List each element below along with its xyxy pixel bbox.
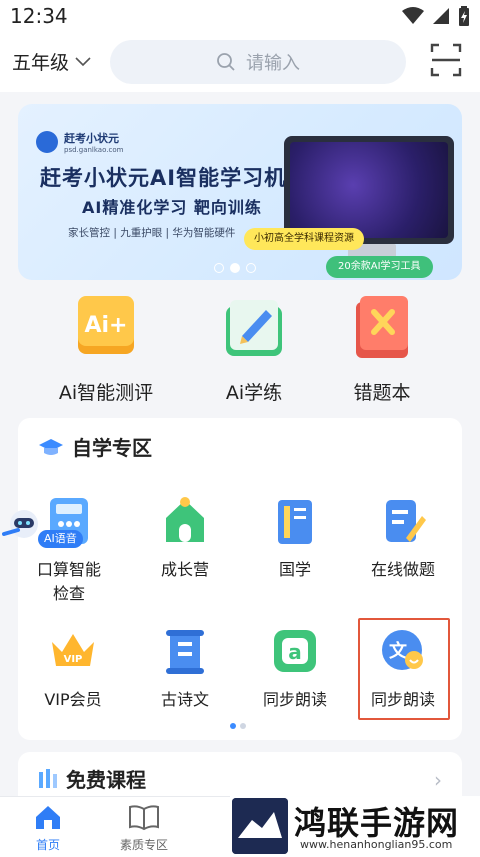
- banner-dot: [214, 263, 224, 273]
- banner-subtitle: AI精准化学习 靶向训练: [82, 198, 262, 217]
- grid-online-practice-label: 在线做题: [370, 560, 435, 579]
- banner-features: 家长管控 | 九重护眼 | 华为智能硬件: [68, 227, 236, 239]
- quick-ai-assessment[interactable]: Ai+ Ai智能测评: [46, 292, 166, 405]
- banner-dot: [246, 263, 256, 273]
- grid-dot-active: [230, 723, 236, 729]
- nav-quality-zone[interactable]: 素质专区: [104, 803, 184, 853]
- highlight-box: [358, 618, 450, 720]
- grid-chinese-classics-label: 国学: [278, 560, 311, 579]
- quick-mistake-book[interactable]: 错题本: [322, 292, 442, 405]
- grid-dot: [240, 723, 246, 729]
- chevron-right-icon: ›: [434, 768, 442, 792]
- brand-logo-icon: [36, 131, 58, 153]
- scroll-icon: [166, 630, 204, 674]
- reading-a-icon: a: [274, 630, 316, 672]
- grid-online-practice[interactable]: 在线做题: [348, 494, 458, 582]
- nav-home[interactable]: 首页: [8, 803, 88, 853]
- banner-dot-active: [230, 263, 240, 273]
- open-book-icon: [129, 805, 159, 831]
- grade-selector[interactable]: 五年级: [12, 48, 91, 75]
- nav-quality-zone-label: 素质专区: [119, 838, 168, 852]
- brand: 赶考小状元 psd.ganlkao.com: [36, 130, 123, 154]
- classics-book-icon: [278, 500, 312, 544]
- home-icon: [36, 806, 60, 829]
- ai-assessment-icon: Ai+: [78, 296, 134, 354]
- wifi-icon: [402, 7, 424, 24]
- banner-pagination: [214, 263, 256, 273]
- ai-voice-chip[interactable]: AI语音: [38, 530, 83, 548]
- brand-url: psd.ganlkao.com: [64, 146, 124, 154]
- courses-bars-icon: [39, 769, 57, 788]
- online-practice-icon: [386, 500, 426, 542]
- scan-button[interactable]: [430, 42, 462, 78]
- search-placeholder: 请输入: [246, 53, 300, 74]
- grid-growth-camp-label: 成长营: [160, 560, 209, 579]
- self-study-panel: 自学专区 口算智能 检查 成长营 国学 在线做题 VIP VIP会员 古诗文 a…: [18, 418, 462, 740]
- top-bar: 五年级 请输入: [0, 32, 480, 92]
- search-icon: [217, 53, 235, 71]
- svg-text:a: a: [288, 640, 302, 664]
- svg-text:Ai+: Ai+: [84, 313, 127, 338]
- watermark-url: www.henanhonglian95.com: [300, 838, 453, 851]
- quick-ai-practice-label: Ai学练: [225, 382, 283, 404]
- watermark-logo-icon: [232, 798, 288, 854]
- quick-actions: Ai+ Ai智能测评 Ai学练 错题本: [0, 292, 480, 408]
- quick-mistake-book-label: 错题本: [353, 382, 411, 404]
- grid-ancient-poetry-label: 古诗文: [160, 690, 209, 709]
- grid-sync-reading[interactable]: a 同步朗读: [240, 624, 350, 712]
- grid-ancient-poetry[interactable]: 古诗文: [130, 624, 240, 712]
- banner-tag-resources: 小初高全学科课程资源: [244, 228, 364, 250]
- battery-icon: [459, 6, 469, 26]
- self-study-header: 自学专区: [38, 432, 152, 461]
- scan-icon: [430, 43, 462, 77]
- grid-vip-member-label: VIP会员: [44, 690, 102, 709]
- grid-vip-member[interactable]: VIP VIP会员: [18, 624, 128, 712]
- graduation-cap-icon: [39, 438, 63, 455]
- self-study-title: 自学专区: [72, 436, 152, 460]
- free-courses-title: 免费课程: [66, 768, 146, 792]
- status-icons: [402, 6, 470, 26]
- banner-title: 赶考小状元AI智能学习机: [40, 166, 287, 190]
- brand-name: 赶考小状元: [64, 132, 119, 145]
- grade-label: 五年级: [12, 52, 70, 74]
- signal-icon: [433, 8, 449, 24]
- promo-banner[interactable]: 赶考小状元 psd.ganlkao.com 赶考小状元AI智能学习机 AI精准化…: [18, 104, 462, 280]
- svg-text:VIP: VIP: [64, 654, 83, 665]
- nav-home-label: 首页: [35, 838, 60, 852]
- search-input[interactable]: 请输入: [110, 40, 406, 84]
- grid-growth-camp[interactable]: 成长营: [130, 494, 240, 582]
- grid-sync-reading-label: 同步朗读: [262, 690, 327, 709]
- status-time: 12:34: [10, 4, 68, 28]
- quick-ai-assessment-label: Ai智能测评: [58, 382, 154, 404]
- grid-mental-math-label: 口算智能 检查: [36, 560, 101, 603]
- ai-practice-icon: [226, 300, 282, 356]
- grid-chinese-classics[interactable]: 国学: [240, 494, 350, 582]
- watermark: 鸿联手游网 www.henanhonglian95.com: [230, 796, 480, 856]
- banner-tag-tools: 20余款AI学习工具: [326, 256, 433, 278]
- chevron-down-icon: [75, 56, 91, 66]
- status-bar: 12:34: [0, 0, 480, 32]
- grid-pagination: [230, 723, 246, 729]
- crown-icon: VIP: [52, 634, 94, 666]
- growth-camp-icon: [166, 497, 204, 542]
- quick-ai-practice[interactable]: Ai学练: [194, 292, 314, 405]
- mistake-book-icon: [356, 296, 408, 358]
